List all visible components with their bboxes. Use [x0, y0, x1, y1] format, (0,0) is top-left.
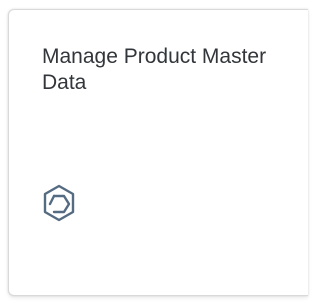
product-box-icon	[42, 184, 76, 222]
tile-title: Manage Product Master Data	[42, 45, 267, 94]
app-tile-manage-product-master-data[interactable]: Manage Product Master Data	[8, 9, 308, 296]
